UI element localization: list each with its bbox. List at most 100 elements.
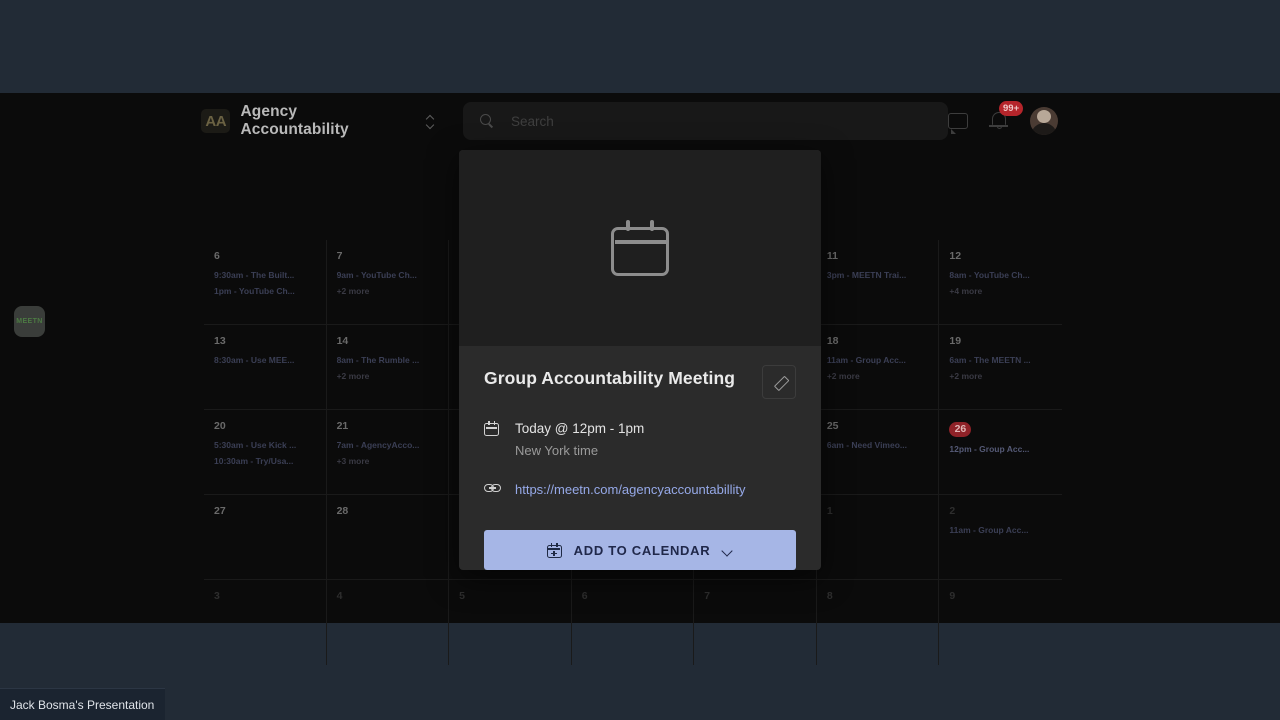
calendar-event-chip[interactable]: 9:30am - The Built... [214,267,316,283]
calendar-day-cell[interactable]: 12 8am - YouTube Ch... +4 more [939,240,1062,325]
calendar-day-cell[interactable]: 1 [816,495,940,580]
event-detail-modal: Group Accountability Meeting Today @ 12p… [459,150,821,570]
calendar-day-cell[interactable]: 13 8:30am - Use MEE... [204,325,327,410]
brand-initials: AA [205,112,227,130]
calendar-event-chip[interactable]: 8:30am - Use MEE... [214,352,316,368]
brand-block[interactable]: AA Agency Accountability [201,103,437,139]
event-link-row: https://meetn.com/agencyaccountabillity [484,480,796,499]
chevron-down-icon[interactable] [722,545,733,556]
meetn-logo-text: MEETN [16,318,43,325]
calendar-event-chip[interactable]: 12pm - Group Acc... [949,441,1052,457]
calendar-event-chip[interactable]: 7am - AgencyAcco... [337,437,439,453]
calendar-day-cell[interactable]: 7 9am - YouTube Ch... +2 more [326,240,450,325]
calendar-day-number: 6 [214,250,220,262]
taskbar-window-label: Jack Bosma's Presentation [10,697,155,712]
chat-bubble-icon[interactable] [948,113,968,134]
calendar-day-number: 3 [214,590,220,602]
calendar-day-cell[interactable]: 18 11am - Group Acc... +2 more [816,325,940,410]
calendar-day-number: 21 [336,420,349,432]
calendar-day-cell[interactable]: 26 12pm - Group Acc... [939,410,1062,495]
calendar-event-chip[interactable]: 8am - The Rumble ... [337,352,439,368]
calendar-more-link[interactable]: +4 more [949,283,1052,299]
calendar-event-chip[interactable]: 11am - Group Acc... [949,522,1052,538]
calendar-plus-icon [546,542,562,558]
calendar-day-cell[interactable]: 4 [327,580,450,665]
calendar-icon [484,419,502,460]
calendar-day-number: 1 [826,505,833,517]
calendar-day-cell[interactable]: 5 [449,580,572,665]
calendar-day-cell[interactable]: 20 5:30am - Use Kick ... 10:30am - Try/Usa… [204,410,327,495]
calendar-day-cell[interactable]: 6 [572,580,695,665]
modal-body: Group Accountability Meeting Today @ 12p… [459,346,821,570]
calendar-day-number: 25 [826,420,839,432]
calendar-day-cell[interactable]: 3 [204,580,327,665]
calendar-day-number: 14 [336,335,349,347]
search-icon [479,113,495,129]
taskbar-window-item[interactable]: Jack Bosma's Presentation [0,688,165,720]
calendar-day-number: 8 [826,590,833,602]
calendar-event-chip[interactable]: 8am - YouTube Ch... [949,267,1052,283]
event-title: Group Accountability Meeting [484,368,736,388]
calendar-day-number: 27 [214,505,226,517]
calendar-day-number: 11 [826,250,838,262]
calendar-day-number: 12 [949,250,962,262]
event-timezone: New York time [515,443,599,458]
brand-avatar: AA [201,109,231,133]
workspace-title: Agency Accountability [240,103,349,138]
add-to-calendar-button[interactable]: ADD TO CALENDAR [484,530,796,570]
calendar-event-chip[interactable]: 1pm - YouTube Ch... [214,283,316,299]
calendar-day-cell[interactable]: 25 6am - Need Vimeo... [816,410,940,495]
calendar-day-cell[interactable]: 8 [817,580,940,665]
search-placeholder: Search [510,113,554,129]
calendar-day-cell[interactable]: 27 [204,495,327,580]
bell-clapper-icon [996,126,1002,129]
calendar-day-cell[interactable]: 21 7am - AgencyAcco... +3 more [326,410,450,495]
calendar-day-cell[interactable]: 11 3pm - MEETN Trai... [816,240,940,325]
calendar-day-number: 5 [459,590,465,602]
calendar-day-number: 19 [949,335,962,347]
calendar-event-chip[interactable]: 11am - Group Acc... [827,352,929,368]
calendar-icon [611,220,669,276]
search-input[interactable]: Search [462,102,948,140]
edit-event-button[interactable] [762,365,796,399]
calendar-day-number: 9 [949,590,956,602]
calendar-more-link[interactable]: +2 more [337,283,439,299]
top-bar-actions: 99+ [948,101,1058,135]
modal-hero [459,150,821,346]
calendar-event-chip[interactable]: 6am - The MEETN ... [949,352,1052,368]
calendar-event-chip[interactable]: 9am - YouTube Ch... [337,267,439,283]
event-link[interactable]: https://meetn.com/agencyaccountabillity [515,480,746,499]
event-datetime: Today @ 12pm - 1pm [515,421,645,436]
calendar-event-chip[interactable]: 5:30am - Use Kick ... [214,437,316,453]
calendar-day-number: 7 [704,590,711,602]
calendar-day-number: 6 [581,590,588,602]
calendar-event-chip[interactable]: 3pm - MEETN Trai... [827,267,929,283]
avatar[interactable] [1030,107,1058,135]
calendar-day-number: 7 [336,250,343,262]
calendar-event-chip[interactable]: 10:30am - Try/Usa... [214,453,316,469]
meetn-logo-chip[interactable]: MEETN [14,306,45,337]
calendar-more-link[interactable]: +3 more [337,453,439,469]
calendar-day-cell[interactable]: 19 6am - The MEETN ... +2 more [939,325,1062,410]
calendar-day-cell[interactable]: 28 [326,495,450,580]
calendar-day-number-today: 26 [949,421,972,437]
calendar-day-cell[interactable]: 2 11am - Group Acc... [939,495,1062,580]
chevron-up-down-icon[interactable] [423,111,437,131]
calendar-more-link[interactable]: +2 more [949,368,1052,384]
calendar-day-number: 4 [336,590,343,602]
calendar-more-link[interactable]: +2 more [827,368,929,384]
calendar-day-number: 20 [214,420,226,432]
notifications-button[interactable]: 99+ [989,101,1024,132]
link-icon [484,480,502,499]
notification-badge: 99+ [999,101,1024,116]
calendar-day-cell[interactable]: 14 8am - The Rumble ... +2 more [326,325,450,410]
calendar-day-cell[interactable]: 6 9:30am - The Built... 1pm - YouTube Ch..… [204,240,327,325]
calendar-day-cell[interactable]: 9 [939,580,1062,665]
add-to-calendar-label: ADD TO CALENDAR [573,542,711,558]
calendar-more-link[interactable]: +2 more [337,368,439,384]
calendar-day-cell[interactable]: 7 [694,580,817,665]
pencil-icon [772,375,787,390]
calendar-event-chip[interactable]: 6am - Need Vimeo... [827,437,929,453]
calendar-day-number: 28 [336,505,349,517]
calendar-day-number: 13 [214,335,226,347]
